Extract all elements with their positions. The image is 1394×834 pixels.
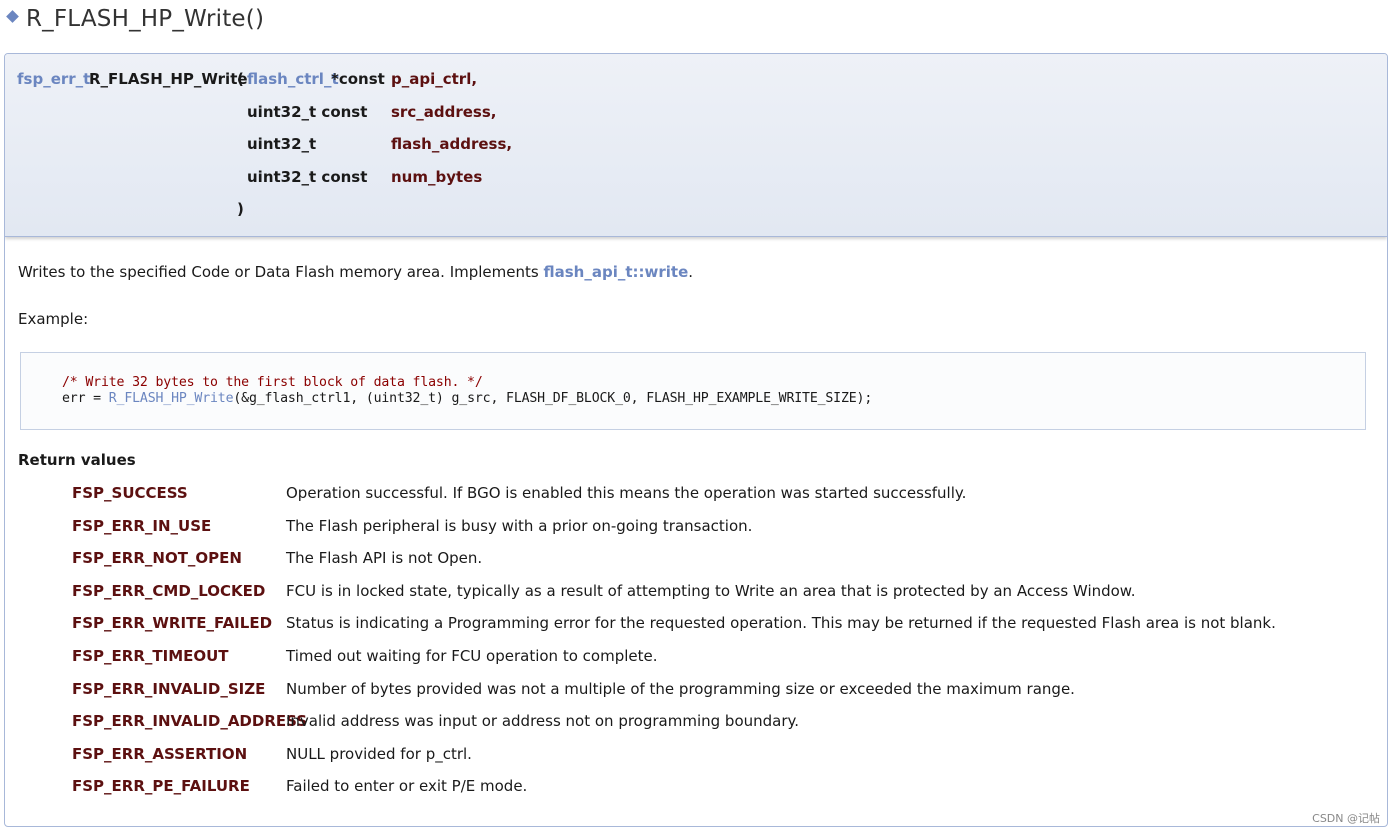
return-code-description: NULL provided for p_ctrl. — [286, 744, 472, 763]
return-code: FSP_ERR_CMD_LOCKED — [72, 581, 266, 600]
return-values-heading: Return values — [18, 451, 136, 469]
return-code-description: The Flash peripheral is busy with a prio… — [286, 516, 753, 535]
code-function-link[interactable]: R_FLASH_HP_Write — [109, 391, 234, 406]
return-code: FSP_ERR_INVALID_SIZE — [72, 679, 266, 698]
return-code: FSP_ERR_NOT_OPEN — [72, 549, 242, 568]
return-code: FSP_ERR_INVALID_ADDRESS — [72, 712, 308, 731]
return-code: FSP_SUCCESS — [72, 484, 188, 502]
function-name: R_FLASH_HP_Write — [89, 70, 248, 88]
return-value-row: FSP_SUCCESS Operation successful. If BGO … — [0, 477, 1390, 509]
param-type-link[interactable]: flash_ctrl_t — [247, 69, 339, 89]
api-reference-link[interactable]: flash_api_t::write — [543, 263, 688, 281]
return-code: FSP_ERR_IN_USE — [72, 516, 212, 535]
return-type-link[interactable]: fsp_err_t — [17, 69, 90, 89]
return-value-row: FSP_ERR_IN_USE The Flash peripheral is bu… — [0, 510, 1390, 542]
code-comment: /* Write 32 bytes to the first block of … — [62, 375, 483, 390]
return-value-row: FSP_ERR_NOT_OPEN The Flash API is not Ope… — [0, 542, 1390, 574]
example-label: Example: — [18, 310, 89, 328]
watermark: CSDN @记帖 — [1312, 812, 1380, 825]
param-type: uint32_t const — [247, 103, 368, 121]
return-value-row: FSP_ERR_CMD_LOCKED FCU is in locked state… — [0, 575, 1390, 607]
return-code-description: FCU is in locked state, typically as a r… — [286, 581, 1136, 600]
return-code-description: The Flash API is not Open. — [286, 549, 483, 568]
diamond-bullet-icon — [6, 9, 19, 23]
return-code-description: Invalid address was input or address not… — [286, 712, 800, 731]
return-code-description: Failed to enter or exit P/E mode. — [286, 777, 528, 796]
return-code-description: Operation successful. If BGO is enabled … — [286, 484, 967, 502]
close-paren: ) — [237, 200, 244, 218]
code-line: err = R_FLASH_HP_Write(&g_flash_ctrl1, (… — [62, 391, 872, 406]
return-code: FSP_ERR_TIMEOUT — [72, 647, 229, 665]
param-type: uint32_t — [247, 135, 317, 153]
description-suffix: . — [688, 263, 694, 281]
open-paren: ( — [237, 70, 244, 88]
param-name: p_api_ctrl, — [391, 70, 478, 88]
return-value-row: FSP_ERR_ASSERTION NULL provided for p_ctr… — [0, 738, 1390, 770]
function-description: Writes to the specified Code or Data Fla… — [18, 263, 693, 281]
param-name: src_address, — [391, 103, 497, 121]
return-value-row: FSP_ERR_INVALID_ADDRESS Invalid address w… — [0, 705, 1390, 737]
return-code: FSP_ERR_WRITE_FAILED — [72, 614, 273, 633]
doc-page: R_FLASH_HP_Write() fsp_err_t R_FLASH_HP_… — [0, 0, 1394, 834]
param-type-suffix: *const — [331, 70, 385, 88]
member-title-row: R_FLASH_HP_Write() — [6, 2, 264, 36]
description-text: Writes to the specified Code or Data Fla… — [18, 263, 544, 281]
return-value-row: FSP_ERR_WRITE_FAILED Status is indicating… — [0, 607, 1390, 639]
return-code: FSP_ERR_PE_FAILURE — [72, 777, 250, 796]
return-value-row: FSP_ERR_INVALID_SIZE Number of bytes prov… — [0, 673, 1390, 705]
param-name: num_bytes — [391, 168, 483, 186]
code-example-block: /* Write 32 bytes to the first block of … — [20, 352, 1366, 430]
param-type: uint32_t const — [247, 168, 368, 186]
member-title: R_FLASH_HP_Write() — [26, 6, 265, 32]
return-code-description: Timed out waiting for FCU operation to c… — [286, 647, 658, 665]
param-name: flash_address, — [391, 135, 513, 153]
function-prototype: fsp_err_t R_FLASH_HP_Write ( flash_ctrl_… — [5, 54, 1387, 237]
return-value-row: FSP_ERR_PE_FAILURE Failed to enter or exi… — [0, 770, 1390, 802]
code-prefix: err = — [62, 391, 109, 406]
return-code-description: Number of bytes provided was not a multi… — [286, 679, 1075, 698]
return-code-description: Status is indicating a Programming error… — [286, 614, 1276, 633]
return-code: FSP_ERR_ASSERTION — [72, 744, 248, 763]
return-value-row: FSP_ERR_TIMEOUT Timed out waiting for FCU… — [0, 640, 1390, 672]
code-args: (&g_flash_ctrl1, (uint32_t) g_src, FLASH… — [233, 391, 873, 406]
